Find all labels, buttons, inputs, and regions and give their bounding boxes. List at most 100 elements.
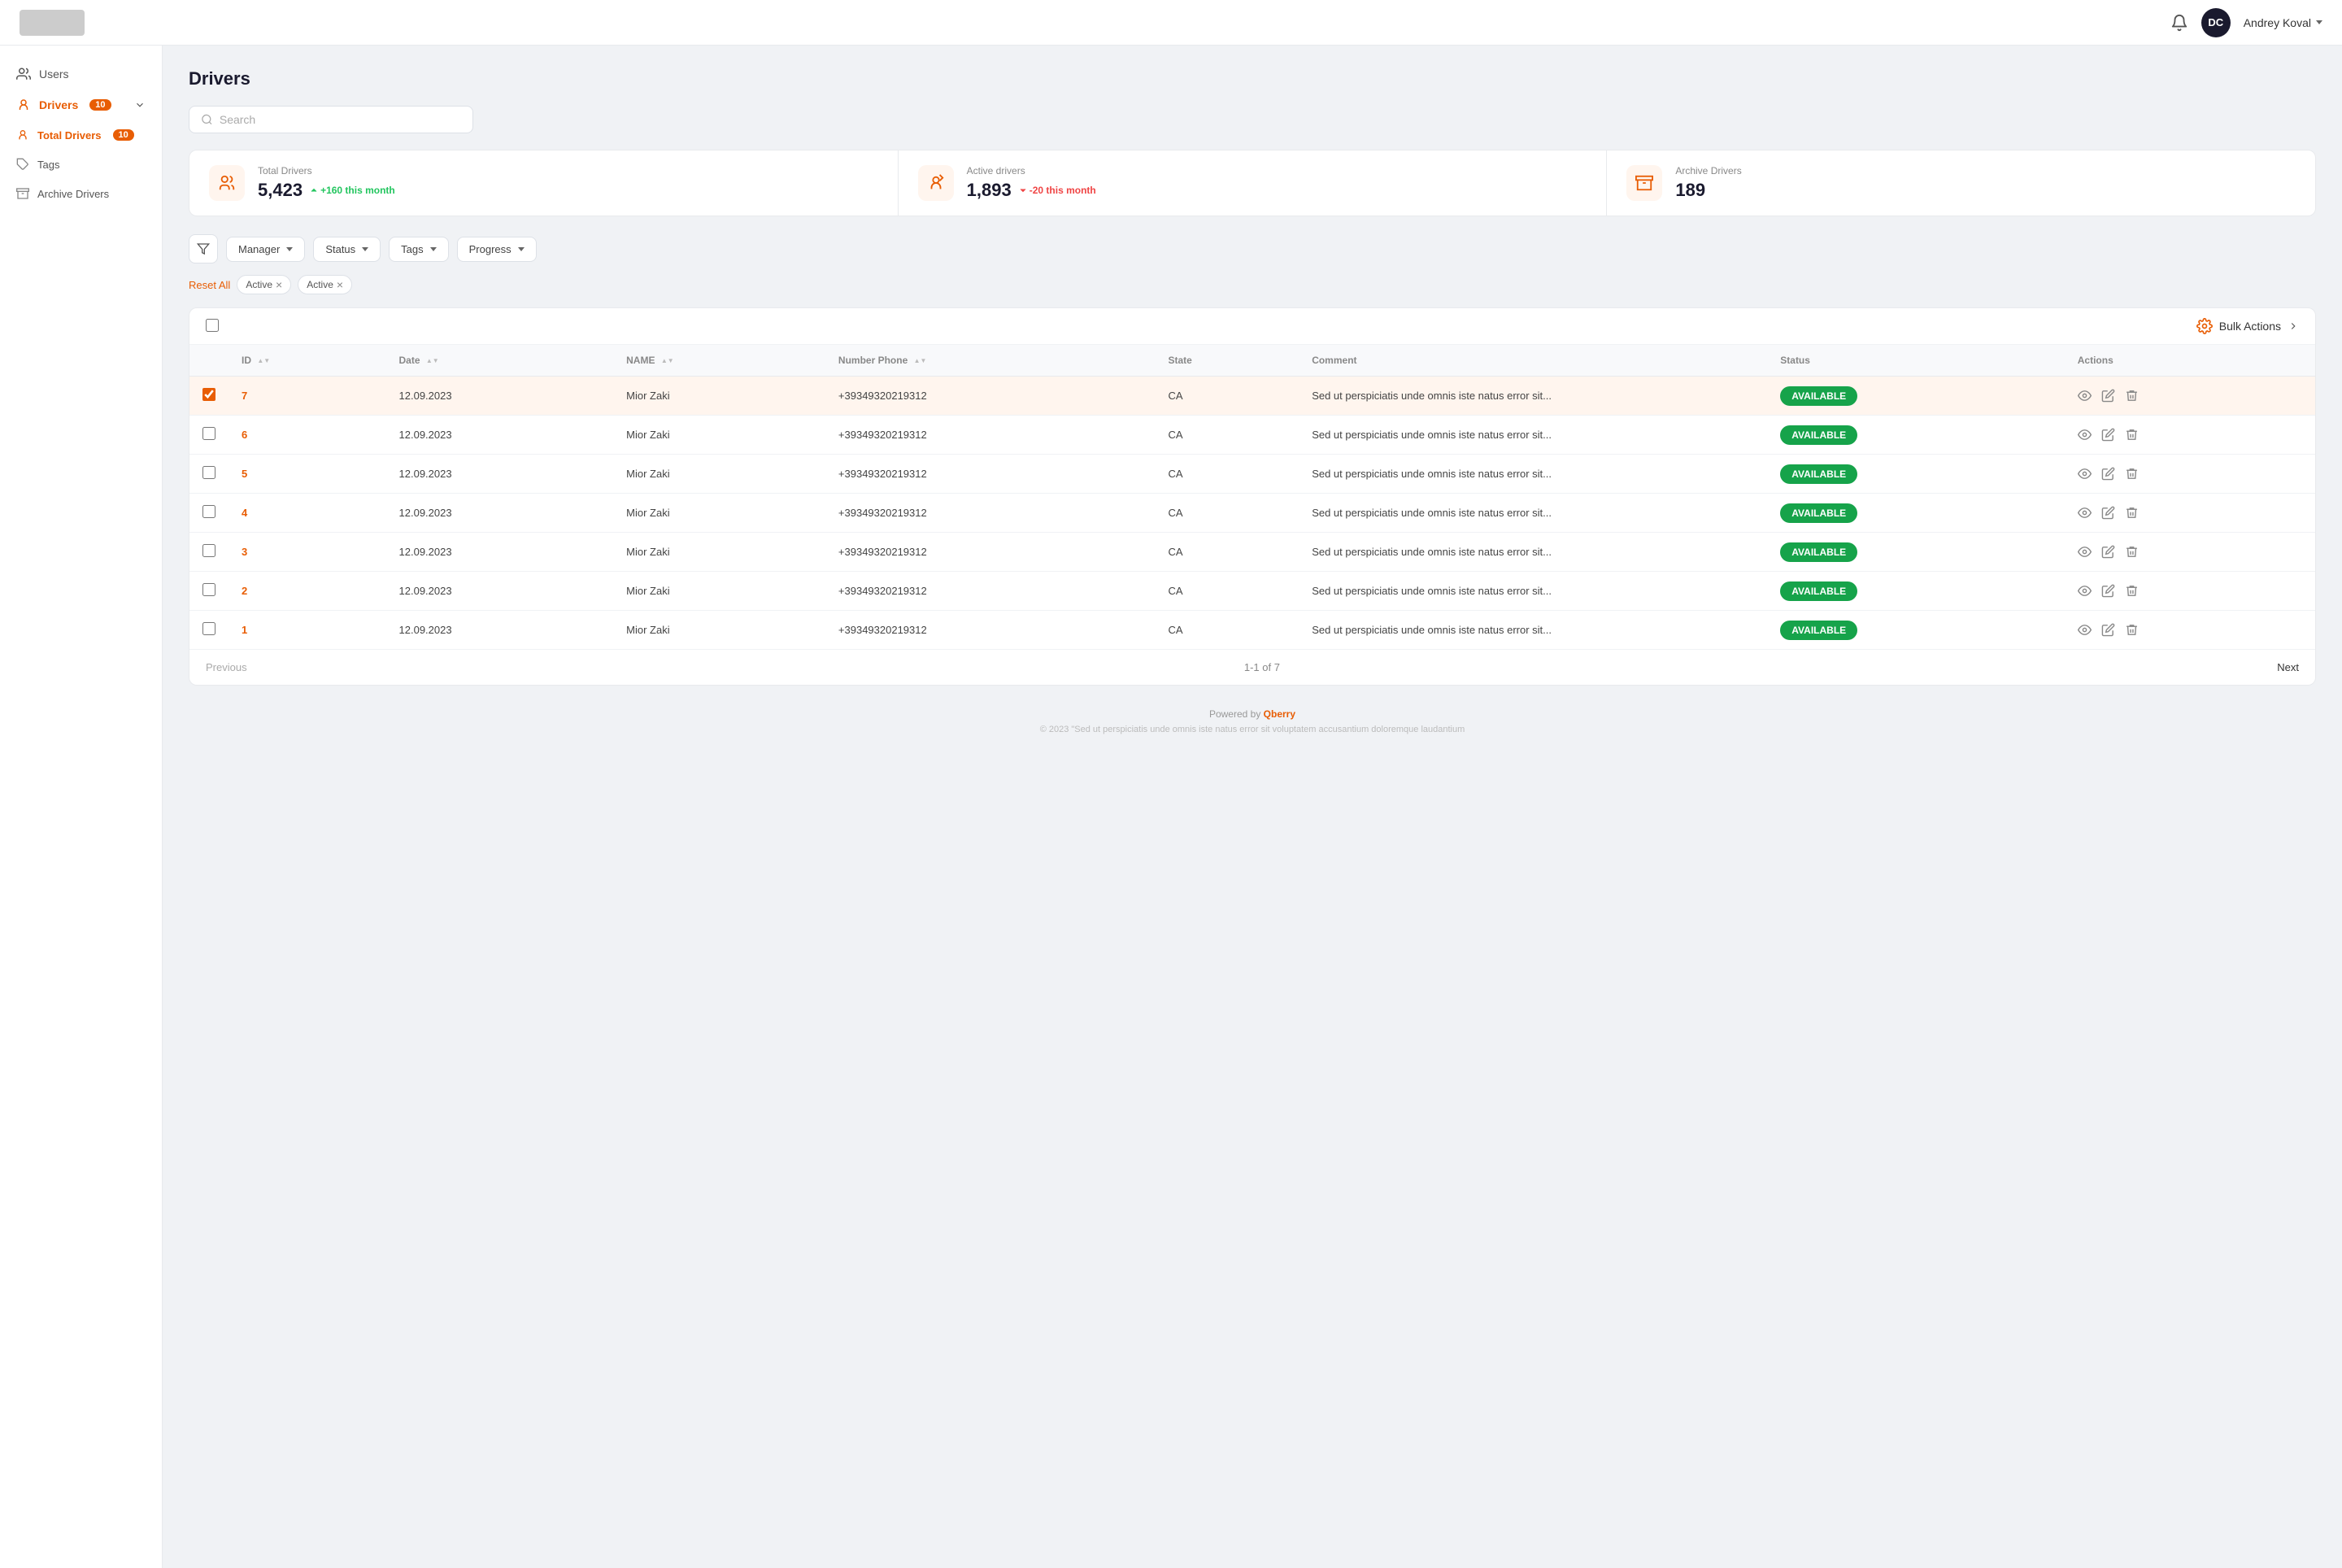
- view-action-icon[interactable]: [2078, 389, 2092, 403]
- tags-label: Tags: [37, 159, 59, 171]
- chevron-down-icon: [134, 99, 146, 111]
- header: DC Andrey Koval: [0, 0, 2342, 46]
- manager-filter-button[interactable]: Manager: [226, 237, 305, 262]
- row-comment: Sed ut perspiciatis unde omnis iste natu…: [1299, 455, 1767, 494]
- user-name-button[interactable]: Andrey Koval: [2244, 16, 2322, 29]
- row-phone: +39349320219312: [825, 455, 1156, 494]
- filter-icon-button[interactable]: [189, 234, 218, 264]
- row-checkbox[interactable]: [202, 544, 215, 557]
- users-icon: [16, 67, 31, 81]
- sidebar-item-total-drivers[interactable]: Total Drivers 10: [0, 120, 162, 150]
- row-checkbox[interactable]: [202, 466, 215, 479]
- stat-card-active-drivers: Active drivers 1,893 -20 this month: [899, 150, 1608, 216]
- status-filter-button[interactable]: Status: [313, 237, 381, 262]
- th-actions: Actions: [2065, 345, 2315, 377]
- sort-name-icon[interactable]: ▲▼: [661, 358, 674, 364]
- bulk-actions-button[interactable]: Bulk Actions: [2196, 318, 2299, 334]
- previous-page-button[interactable]: Previous: [206, 661, 247, 673]
- row-checkbox[interactable]: [202, 583, 215, 596]
- row-actions: [2065, 572, 2315, 611]
- total-drivers-badge: 10: [113, 129, 134, 141]
- row-checkbox-cell[interactable]: [189, 494, 229, 533]
- row-checkbox[interactable]: [202, 505, 215, 518]
- th-name[interactable]: NAME ▲▼: [613, 345, 825, 377]
- reset-all-button[interactable]: Reset All: [189, 279, 230, 291]
- row-id: 4: [229, 494, 386, 533]
- select-all-checkbox[interactable]: [206, 319, 219, 332]
- filter-tag-active-1: Active ×: [237, 275, 291, 294]
- filter-tag-close-1[interactable]: ×: [276, 279, 282, 290]
- delete-action-icon[interactable]: [2125, 545, 2139, 559]
- row-checkbox-cell[interactable]: [189, 377, 229, 416]
- row-checkbox[interactable]: [202, 427, 215, 440]
- th-phone[interactable]: Number Phone ▲▼: [825, 345, 1156, 377]
- th-date[interactable]: Date ▲▼: [386, 345, 614, 377]
- active-drivers-stat-change: -20 this month: [1018, 185, 1096, 196]
- delete-action-icon[interactable]: [2125, 623, 2139, 637]
- delete-action-icon[interactable]: [2125, 506, 2139, 520]
- row-checkbox[interactable]: [202, 388, 215, 401]
- row-checkbox[interactable]: [202, 622, 215, 635]
- edit-action-icon[interactable]: [2101, 428, 2115, 442]
- row-date: 12.09.2023: [386, 377, 614, 416]
- sidebar-item-archive-drivers[interactable]: Archive Drivers: [0, 179, 162, 208]
- th-id[interactable]: ID ▲▼: [229, 345, 386, 377]
- view-action-icon[interactable]: [2078, 584, 2092, 598]
- edit-action-icon[interactable]: [2101, 623, 2115, 637]
- filter-tag-close-2[interactable]: ×: [337, 279, 343, 290]
- search-bar: [189, 106, 473, 133]
- edit-action-icon[interactable]: [2101, 584, 2115, 598]
- edit-action-icon[interactable]: [2101, 467, 2115, 481]
- row-comment: Sed ut perspiciatis unde omnis iste natu…: [1299, 611, 1767, 650]
- view-action-icon[interactable]: [2078, 467, 2092, 481]
- row-phone: +39349320219312: [825, 611, 1156, 650]
- view-action-icon[interactable]: [2078, 428, 2092, 442]
- edit-action-icon[interactable]: [2101, 389, 2115, 403]
- tags-chevron-icon: [430, 247, 437, 251]
- delete-action-icon[interactable]: [2125, 584, 2139, 598]
- row-checkbox-cell[interactable]: [189, 455, 229, 494]
- next-page-button[interactable]: Next: [2277, 661, 2299, 673]
- view-action-icon[interactable]: [2078, 545, 2092, 559]
- row-phone: +39349320219312: [825, 377, 1156, 416]
- th-status: Status: [1767, 345, 2064, 377]
- header-right: DC Andrey Koval: [2170, 8, 2322, 37]
- row-state: CA: [1156, 572, 1299, 611]
- row-checkbox-cell[interactable]: [189, 572, 229, 611]
- sidebar-item-users[interactable]: Users: [0, 59, 162, 89]
- sidebar-users-label: Users: [39, 68, 69, 81]
- row-actions: [2065, 611, 2315, 650]
- row-checkbox-cell[interactable]: [189, 416, 229, 455]
- sidebar-drivers-toggle[interactable]: Drivers 10: [0, 89, 162, 120]
- progress-filter-button[interactable]: Progress: [457, 237, 537, 262]
- row-checkbox-cell[interactable]: [189, 533, 229, 572]
- row-phone: +39349320219312: [825, 533, 1156, 572]
- row-state: CA: [1156, 377, 1299, 416]
- tags-filter-button[interactable]: Tags: [389, 237, 448, 262]
- drivers-badge: 10: [89, 99, 111, 111]
- view-action-icon[interactable]: [2078, 623, 2092, 637]
- bell-icon[interactable]: [2170, 14, 2188, 32]
- delete-action-icon[interactable]: [2125, 428, 2139, 442]
- archive-drivers-stat-content: Archive Drivers 189: [1675, 165, 1741, 201]
- delete-action-icon[interactable]: [2125, 467, 2139, 481]
- action-icons: [2078, 389, 2302, 403]
- row-status: AVAILABLE: [1767, 533, 2064, 572]
- tags-filter-label: Tags: [401, 243, 423, 255]
- row-status: AVAILABLE: [1767, 455, 2064, 494]
- row-comment: Sed ut perspiciatis unde omnis iste natu…: [1299, 572, 1767, 611]
- table-row: 3 12.09.2023 Mior Zaki +39349320219312 C…: [189, 533, 2315, 572]
- sort-date-icon[interactable]: ▲▼: [426, 358, 439, 364]
- sort-id-icon[interactable]: ▲▼: [257, 358, 270, 364]
- row-comment: Sed ut perspiciatis unde omnis iste natu…: [1299, 377, 1767, 416]
- edit-action-icon[interactable]: [2101, 545, 2115, 559]
- view-action-icon[interactable]: [2078, 506, 2092, 520]
- edit-action-icon[interactable]: [2101, 506, 2115, 520]
- row-checkbox-cell[interactable]: [189, 611, 229, 650]
- delete-action-icon[interactable]: [2125, 389, 2139, 403]
- sidebar-item-tags[interactable]: Tags: [0, 150, 162, 179]
- search-input[interactable]: [220, 113, 461, 126]
- sort-phone-icon[interactable]: ▲▼: [914, 358, 927, 364]
- action-icons: [2078, 545, 2302, 559]
- select-all-checkbox-wrapper[interactable]: [206, 319, 219, 334]
